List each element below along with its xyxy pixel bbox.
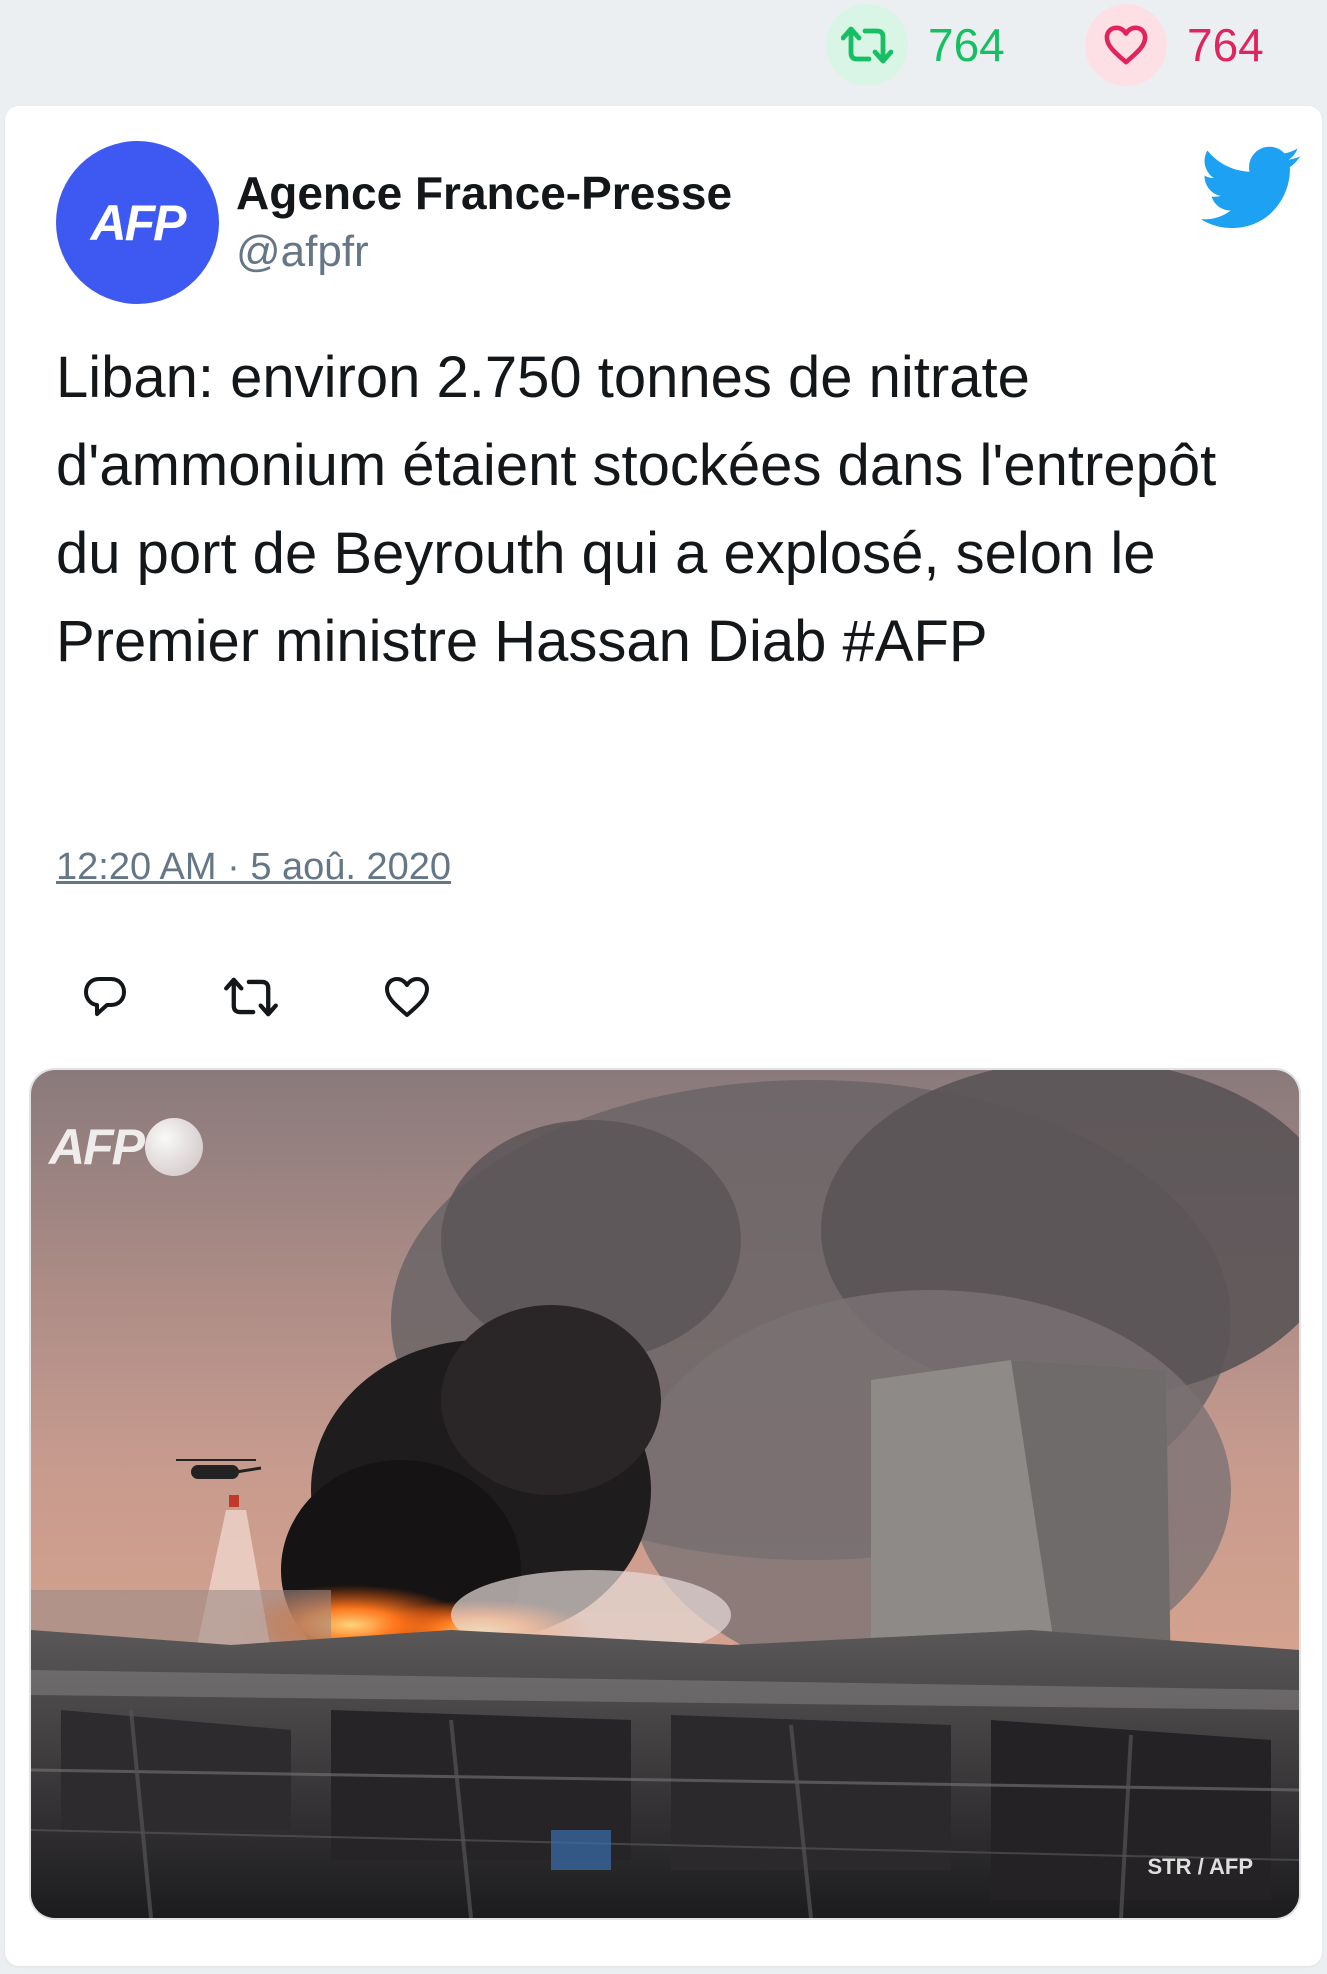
- avatar[interactable]: AFP: [56, 141, 219, 304]
- tweet-card[interactable]: AFP Agence France-Presse @afpfr Liban: e…: [5, 106, 1322, 1966]
- reply-icon: [84, 977, 126, 1016]
- tweet-text: Liban: environ 2.750 tonnes de nitrate d…: [56, 345, 1217, 674]
- retweet-icon: [224, 977, 278, 1017]
- tweet-photo[interactable]: AFP STR / AFP: [29, 1068, 1301, 1920]
- photo-credit: STR / AFP: [1147, 1854, 1253, 1879]
- watermark-text: AFP: [49, 1119, 145, 1175]
- author-handle[interactable]: @afpfr: [236, 227, 369, 277]
- author-name[interactable]: Agence France-Presse: [236, 166, 732, 220]
- heart-icon: [385, 977, 429, 1017]
- retweet-icon[interactable]: [826, 4, 908, 86]
- afp-watermark: AFP: [49, 1118, 203, 1176]
- heart-icon[interactable]: [1085, 4, 1167, 86]
- like-count: 764: [1187, 19, 1264, 71]
- engagement-stats: 764 764: [0, 0, 1327, 100]
- retweet-count: 764: [928, 19, 1005, 71]
- globe-icon: [145, 1118, 203, 1176]
- like-button[interactable]: [377, 964, 437, 1030]
- retweet-button[interactable]: [221, 964, 281, 1030]
- tweet-timestamp[interactable]: 12:20 AM · 5 aoû. 2020: [56, 846, 451, 889]
- twitter-bird-icon[interactable]: [1200, 144, 1302, 232]
- reply-button[interactable]: [75, 964, 135, 1030]
- explosion-photo: [31, 1070, 1299, 1918]
- like-stat[interactable]: 764: [1085, 4, 1264, 86]
- avatar-text: AFP: [90, 194, 187, 251]
- retweet-stat[interactable]: 764: [826, 4, 1005, 86]
